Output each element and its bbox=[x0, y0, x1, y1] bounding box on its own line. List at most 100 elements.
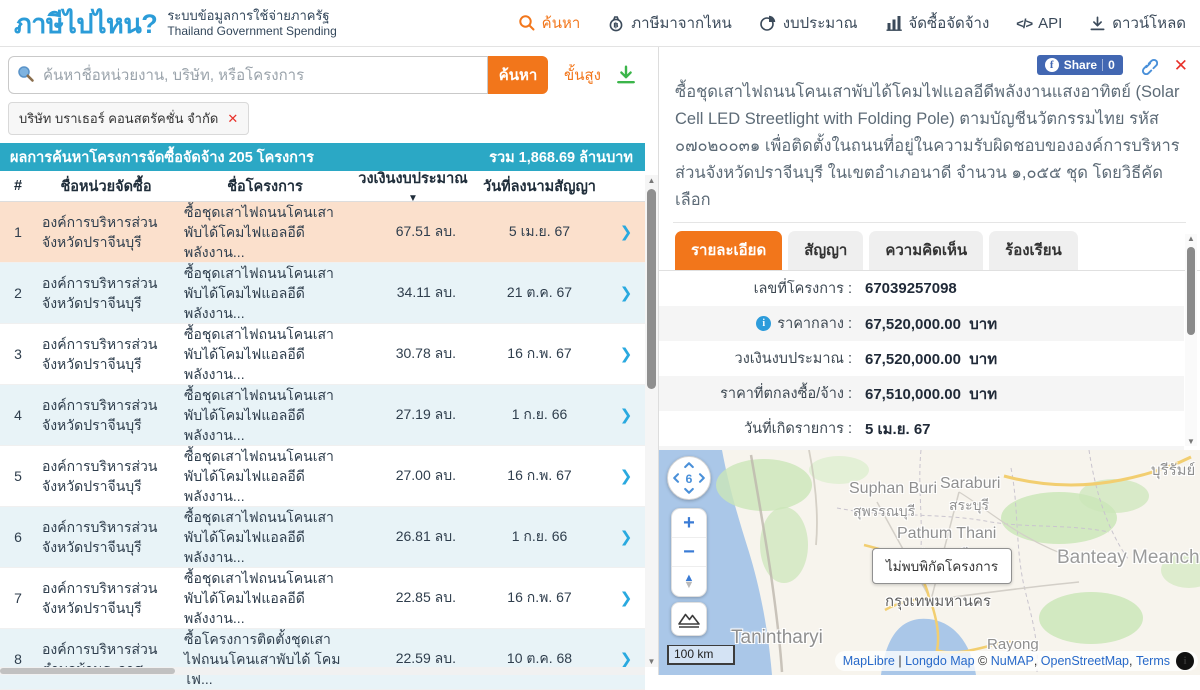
filter-chips: บริษัท บราเธอร์ คอนสตรัคชั่น จำกัด ✕ bbox=[0, 100, 658, 143]
row-date: 16 ก.พ. 67 bbox=[472, 465, 607, 487]
left-horizontal-scrollbar[interactable] bbox=[0, 667, 645, 675]
row-project: ซื้อชุดเสาไฟถนนโคนเสาพับได้โคมไฟแอลอีดีพ… bbox=[176, 568, 354, 629]
advanced-search-link[interactable]: ขั้นสูง bbox=[564, 63, 601, 87]
search-button[interactable]: ค้นหา bbox=[488, 56, 548, 94]
results-table: 1 องค์การบริหารส่วนจังหวัดปราจีนบุรี ซื้… bbox=[0, 202, 645, 690]
row-chevron-icon[interactable]: ❯ bbox=[620, 651, 633, 668]
row-project: ซื้อชุดเสาไฟถนนโคนเสาพับได้โคมไฟแอลอีดีพ… bbox=[176, 507, 354, 568]
nav-item-procurement[interactable]: จัดซื้อจัดจ้าง bbox=[885, 11, 990, 35]
row-agency: องค์การบริหารส่วนจังหวัดปราจีนบุรี bbox=[36, 456, 176, 497]
attribution-link[interactable]: OpenStreetMap bbox=[1041, 654, 1129, 668]
search-input-icon bbox=[16, 64, 36, 89]
row-budget: 26.81 ลบ. bbox=[354, 526, 472, 548]
map-popup: ไม่พบพิกัดโครงการ bbox=[872, 548, 1012, 584]
attribution-link[interactable]: MapLibre bbox=[843, 654, 895, 668]
scrollbar-thumb[interactable] bbox=[647, 189, 656, 389]
map-place-label: สุพรรณบุรี bbox=[853, 501, 915, 523]
row-project: ซื้อชุดเสาไฟถนนโคนเสาพับได้โคมไฟแอลอีดีพ… bbox=[176, 324, 354, 385]
row-chevron-icon[interactable]: ❯ bbox=[620, 224, 633, 241]
left-vertical-scrollbar[interactable]: ▲ ▼ bbox=[645, 175, 658, 667]
close-detail-icon[interactable]: ✕ bbox=[1174, 57, 1188, 74]
table-row[interactable]: 1 องค์การบริหารส่วนจังหวัดปราจีนบุรี ซื้… bbox=[0, 202, 645, 263]
nav-item-api[interactable]: </> API bbox=[1016, 15, 1062, 32]
zoom-in-button[interactable]: + bbox=[672, 509, 706, 538]
field-label: i วันที่เกิดรายการ : bbox=[667, 417, 852, 440]
map-zoom-level: 6 bbox=[686, 472, 693, 486]
table-row[interactable]: 6 องค์การบริหารส่วนจังหวัดปราจีนบุรี ซื้… bbox=[0, 507, 645, 568]
export-download-icon[interactable] bbox=[615, 64, 637, 86]
col-agency: ชื่อหน่วยจัดซื้อ bbox=[36, 175, 176, 198]
scroll-up-icon[interactable]: ▲ bbox=[645, 176, 658, 185]
row-chevron-icon[interactable]: ❯ bbox=[620, 407, 633, 424]
attribution-link[interactable]: Terms bbox=[1136, 654, 1170, 668]
map-place-label: บุรีรัมย์ bbox=[1151, 458, 1195, 482]
scrollbar-thumb[interactable] bbox=[0, 668, 175, 674]
row-date: 1 ก.ย. 66 bbox=[472, 404, 607, 426]
attribution-text: , bbox=[1034, 654, 1041, 668]
map-place-label: Tanintharyi bbox=[731, 627, 823, 649]
table-row[interactable]: 7 องค์การบริหารส่วนจังหวัดปราจีนบุรี ซื้… bbox=[0, 568, 645, 629]
detail-field-row: i ราคาที่ตกลงซื้อ/จ้าง : 67,510,000.00 บ… bbox=[659, 376, 1184, 411]
remove-filter-icon[interactable]: ✕ bbox=[227, 111, 238, 127]
table-header: # ชื่อหน่วยจัดซื้อ ชื่อโครงการ วงเงินงบป… bbox=[0, 171, 645, 202]
table-row[interactable]: 8 องค์การบริหารส่วนตำบลบ้านระกาศ ซื้อโคร… bbox=[0, 629, 645, 690]
table-row[interactable]: 4 องค์การบริหารส่วนจังหวัดปราจีนบุรี ซื้… bbox=[0, 385, 645, 446]
detail-tab[interactable]: สัญญา bbox=[788, 231, 863, 270]
search-icon bbox=[518, 14, 536, 32]
row-date: 5 เม.ย. 67 bbox=[472, 221, 607, 243]
detail-tab[interactable]: ความคิดเห็น bbox=[869, 231, 983, 270]
table-row[interactable]: 3 องค์การบริหารส่วนจังหวัดปราจีนบุรี ซื้… bbox=[0, 324, 645, 385]
copy-link-icon[interactable] bbox=[1139, 56, 1158, 75]
field-label: i เลขที่โครงการ : bbox=[667, 277, 852, 300]
attribution-link[interactable]: NuMAP bbox=[991, 654, 1034, 668]
detail-tab[interactable]: ร้องเรียน bbox=[989, 231, 1078, 270]
zoom-out-button[interactable]: − bbox=[672, 538, 706, 567]
top-header: ภาษีไปไหน? ระบบข้อมูลการใช้จ่ายภาครัฐ Th… bbox=[0, 0, 1200, 47]
map-place-label: Pathum Thani bbox=[897, 525, 996, 543]
table-row[interactable]: 2 องค์การบริหารส่วนจังหวัดปราจีนบุรี ซื้… bbox=[0, 263, 645, 324]
project-location-map[interactable]: บุรีรัมย์ Suphan Buri สุพรรณบุรี Sarabur… bbox=[659, 450, 1200, 675]
terrain-toggle-button[interactable] bbox=[671, 602, 707, 636]
map-attribution: MapLibre | Longdo Map © NuMAP, OpenStree… bbox=[835, 651, 1198, 671]
detail-vertical-scrollbar[interactable]: ▲ ▼ bbox=[1185, 234, 1197, 446]
detail-actions: f Share 0 ✕ bbox=[659, 47, 1200, 77]
scrollbar-thumb[interactable] bbox=[1187, 247, 1195, 335]
facebook-share-button[interactable]: f Share 0 bbox=[1037, 55, 1123, 75]
map-compass-control[interactable]: 6 bbox=[667, 456, 711, 500]
field-label: i วงเงินงบประมาณ : bbox=[667, 347, 852, 370]
app-logo[interactable]: ภาษีไปไหน? bbox=[14, 2, 157, 45]
map-place-label: Suphan Buri bbox=[849, 480, 937, 498]
pitch-toggle-button[interactable]: ▲▼ bbox=[672, 567, 706, 596]
field-value: 5 เม.ย. 67 bbox=[865, 417, 931, 441]
search-input[interactable] bbox=[8, 56, 488, 94]
nav-item-search[interactable]: ค้นหา bbox=[518, 11, 581, 35]
attribution-link[interactable]: Longdo Map bbox=[905, 654, 975, 668]
row-project: ซื้อชุดเสาไฟถนนโคนเสาพับได้โคมไฟแอลอีดีพ… bbox=[176, 202, 354, 263]
row-budget: 27.19 ลบ. bbox=[354, 404, 472, 426]
nav-item-tax-source[interactable]: ฿ ภาษีมาจากไหน bbox=[607, 11, 732, 35]
nav-item-download[interactable]: ดาวน์โหลด bbox=[1089, 11, 1186, 35]
col-budget-sort[interactable]: วงเงินงบประมาณ ▼ bbox=[354, 167, 472, 206]
attribution-text: , bbox=[1129, 654, 1136, 668]
table-row[interactable]: 5 องค์การบริหารส่วนจังหวัดปราจีนบุรี ซื้… bbox=[0, 446, 645, 507]
detail-field-row: i เลขที่โครงการ : 67039257098 bbox=[659, 271, 1184, 306]
detail-field-row: i ราคากลาง : 67,520,000.00 บาท bbox=[659, 306, 1184, 341]
search-row: ค้นหา ขั้นสูง bbox=[0, 47, 658, 100]
row-chevron-icon[interactable]: ❯ bbox=[620, 285, 633, 302]
row-chevron-icon[interactable]: ❯ bbox=[620, 468, 633, 485]
row-chevron-icon[interactable]: ❯ bbox=[620, 590, 633, 607]
row-chevron-icon[interactable]: ❯ bbox=[620, 529, 633, 546]
results-total: รวม 1,868.69 ล้านบาท bbox=[489, 146, 633, 169]
svg-text:฿: ฿ bbox=[614, 21, 619, 30]
filter-chip[interactable]: บริษัท บราเธอร์ คอนสตรัคชั่น จำกัด ✕ bbox=[8, 102, 249, 135]
project-detail-panel: f Share 0 ✕ ซื้อชุดเสาไฟถนนโคนเสาพับได้โ… bbox=[658, 47, 1200, 675]
attribution-info-icon[interactable]: i bbox=[1176, 652, 1194, 670]
nav-item-budget[interactable]: งบประมาณ bbox=[759, 11, 858, 35]
detail-tab[interactable]: รายละเอียด bbox=[675, 231, 782, 270]
row-budget: 30.78 ลบ. bbox=[354, 343, 472, 365]
info-icon[interactable]: i bbox=[756, 316, 771, 331]
scroll-down-icon[interactable]: ▼ bbox=[1185, 437, 1197, 446]
row-chevron-icon[interactable]: ❯ bbox=[620, 346, 633, 363]
scroll-down-icon[interactable]: ▼ bbox=[645, 657, 658, 666]
scroll-up-icon[interactable]: ▲ bbox=[1185, 234, 1197, 243]
